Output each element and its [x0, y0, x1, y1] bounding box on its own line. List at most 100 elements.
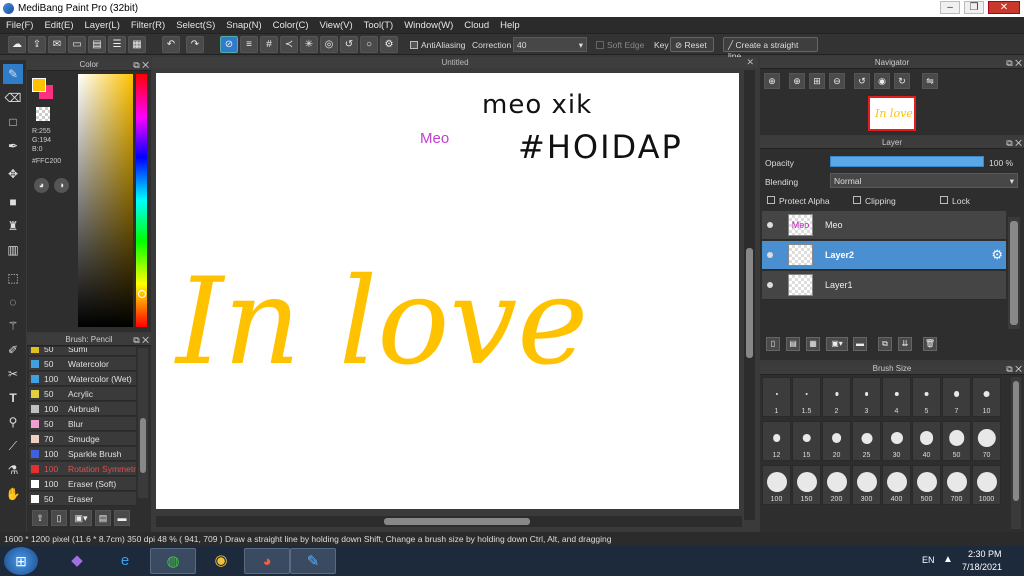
brush-size-cell[interactable]: 200	[822, 465, 851, 505]
undo-icon[interactable]: ↶	[162, 36, 180, 53]
delete-layer-icon[interactable]: 🗑	[923, 337, 937, 351]
redo-icon[interactable]: ↷	[186, 36, 204, 53]
concentric-snap-icon[interactable]: ◎	[320, 36, 338, 53]
protect-alpha-checkbox[interactable]	[767, 196, 775, 204]
hand-tool-icon[interactable]: ✋	[3, 484, 23, 504]
select-eraser-tool-icon[interactable]: ✂	[3, 364, 23, 384]
brush-size-cell[interactable]: 40	[912, 421, 941, 461]
layer-row[interactable]: Meo Meo	[762, 211, 1006, 240]
parallel-snap-icon[interactable]: ≡	[240, 36, 258, 53]
gear-icon[interactable]: ⚙	[991, 247, 1003, 263]
select-pen-tool-icon[interactable]: ✐	[3, 340, 23, 360]
brush-item[interactable]: 100 Eraser (Soft)	[29, 477, 136, 491]
opacity-slider[interactable]	[830, 156, 984, 167]
list-icon[interactable]: ☰	[108, 36, 126, 53]
brush-size-cell[interactable]: 70	[972, 421, 1001, 461]
brush-size-cell[interactable]: 30	[882, 421, 911, 461]
dot-tool-icon[interactable]: □	[3, 112, 23, 132]
zoom-in-icon[interactable]: ⊕	[764, 73, 780, 89]
clock-time[interactable]: 2:30 PM	[968, 549, 1002, 559]
brush-size-cell[interactable]: 7	[942, 377, 971, 417]
layer-list-scrollbar[interactable]	[1008, 217, 1020, 329]
saturation-value-picker[interactable]	[78, 74, 133, 327]
brush-tool-icon[interactable]: ✎	[3, 64, 23, 84]
document-icon[interactable]: ▤	[88, 36, 106, 53]
brush-item[interactable]: 50 Eraser	[29, 492, 136, 506]
clock-date[interactable]: 7/18/2021	[962, 562, 1002, 572]
canvas-vertical-scrollbar[interactable]	[744, 70, 755, 520]
canvas-paper[interactable]: Meo meo xik #HOIDAP In love	[156, 73, 739, 509]
layer-row[interactable]: Layer1	[762, 271, 1006, 300]
start-button[interactable]: ⊞	[4, 547, 38, 575]
brush-size-cell[interactable]: 3	[852, 377, 881, 417]
menu-view[interactable]: View(V)	[320, 20, 353, 31]
close-button[interactable]: ✕	[988, 1, 1020, 14]
color-history-icon[interactable]: ◑	[54, 178, 69, 193]
brush-options-icon[interactable]: ▣▾	[70, 510, 92, 526]
palette-icon[interactable]: ◕	[34, 178, 49, 193]
brush-size-cell[interactable]: 4	[882, 377, 911, 417]
circle-snap-icon[interactable]: ○	[360, 36, 378, 53]
straight-line-button[interactable]: ╱ Create a straight line	[723, 37, 818, 61]
share-icon[interactable]: ⇪	[28, 36, 46, 53]
close-icon[interactable]: ⧉ ✕	[1006, 137, 1022, 149]
divide-tool-icon[interactable]: ⟋	[3, 436, 23, 456]
brush-size-cell[interactable]: 300	[852, 465, 881, 505]
brush-size-cell[interactable]: 1	[762, 377, 791, 417]
tray-arrow-icon[interactable]: ▲	[943, 554, 953, 565]
brush-size-cell[interactable]: 500	[912, 465, 941, 505]
language-indicator[interactable]: EN	[922, 555, 935, 565]
brush-size-cell[interactable]: 25	[852, 421, 881, 461]
eraser-tool-icon[interactable]: ⌫	[3, 88, 23, 108]
brush-item[interactable]: 50 Blur	[29, 417, 136, 431]
close-icon[interactable]: ⧉ ✕	[133, 334, 149, 346]
menu-tool[interactable]: Tool(T)	[364, 20, 394, 31]
brush-item[interactable]: 100 Rotation Symmetry	[29, 462, 136, 476]
menu-window[interactable]: Window(W)	[404, 20, 453, 31]
visibility-icon[interactable]	[767, 282, 773, 288]
brush-item[interactable]: 100 Watercolor (Wet)	[29, 372, 136, 386]
brush-size-cell[interactable]: 400	[882, 465, 911, 505]
new-8bit-layer-icon[interactable]: ▦	[806, 337, 820, 351]
brush-size-cell[interactable]: 50	[942, 421, 971, 461]
close-icon[interactable]: ⧉ ✕	[133, 59, 149, 71]
brush-file-icon[interactable]: ▤	[95, 510, 111, 526]
correction-select[interactable]: 40 ▾	[513, 37, 587, 52]
reset-button[interactable]: ⊘ Reset	[670, 37, 714, 52]
radial-snap-icon[interactable]: ✳	[300, 36, 318, 53]
cross-snap-icon[interactable]: #	[260, 36, 278, 53]
chrome-icon[interactable]: ◉	[198, 548, 244, 574]
antialiasing-checkbox[interactable]	[410, 41, 418, 49]
snap-off-icon[interactable]: ⊘	[220, 36, 238, 53]
visibility-icon[interactable]	[767, 222, 773, 228]
clipping-checkbox[interactable]	[853, 196, 861, 204]
brush-size-cell[interactable]: 150	[792, 465, 821, 505]
foreground-color-swatch[interactable]	[32, 78, 46, 92]
bucket-tool-icon[interactable]: ♜	[3, 216, 23, 236]
magic-wand-tool-icon[interactable]: ⚚	[3, 316, 23, 336]
add-brush-icon[interactable]: ⇧	[32, 510, 48, 526]
merge-layer-icon[interactable]: ⇊	[898, 337, 912, 351]
internet-explorer-icon[interactable]: e	[102, 548, 148, 574]
brush-list-scrollbar[interactable]	[138, 348, 148, 498]
brush-size-scrollbar[interactable]	[1011, 377, 1021, 529]
zoom-out-icon[interactable]: ⊖	[829, 73, 845, 89]
brush-folder-icon[interactable]: ▬	[114, 510, 130, 526]
settings-icon[interactable]: ⚙	[380, 36, 398, 53]
brush-size-cell[interactable]: 20	[822, 421, 851, 461]
flip-icon[interactable]: ⇋	[922, 73, 938, 89]
eyedropper-tool-icon[interactable]: ⚗	[3, 460, 23, 480]
brush-item[interactable]: 50 Acrylic	[29, 387, 136, 401]
brush-size-cell[interactable]: 5	[912, 377, 941, 417]
brush-size-cell[interactable]: 100	[762, 465, 791, 505]
layer-row[interactable]: Layer2 ⚙	[762, 241, 1006, 270]
blending-select[interactable]: Normal ▾	[830, 173, 1018, 188]
visibility-icon[interactable]	[767, 252, 773, 258]
brush-size-cell[interactable]: 10	[972, 377, 1001, 417]
cloud-icon[interactable]: ☁	[8, 36, 26, 53]
brush-size-cell[interactable]: 2	[822, 377, 851, 417]
menu-snap[interactable]: Snap(N)	[226, 20, 261, 31]
layer-folder-icon[interactable]: ▬	[853, 337, 867, 351]
grid-icon[interactable]: ▦	[128, 36, 146, 53]
new-halftone-layer-icon[interactable]: ▤	[786, 337, 800, 351]
